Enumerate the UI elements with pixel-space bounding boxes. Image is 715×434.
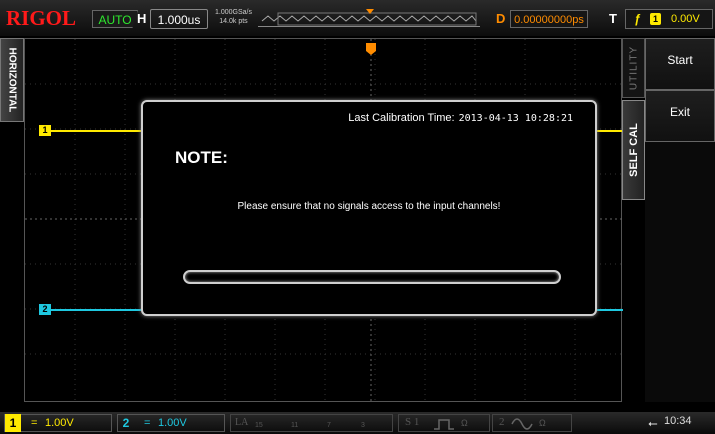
source1-status[interactable]: S 1 Ω: [398, 414, 490, 432]
start-button[interactable]: Start: [645, 38, 715, 90]
bottom-status-bar: 1 = 1.00V 2 = 1.00V LA 15 11 7 3 S 1 Ω 2…: [0, 412, 715, 434]
top-status-bar: RIGOL AUTO H 1.000us 1.000GSa/s 14.0k pt…: [0, 0, 715, 36]
utility-tab[interactable]: UTILITY: [622, 38, 645, 98]
sine-wave-icon: [511, 418, 533, 430]
waveform-preview-graphic: [261, 9, 477, 26]
horizontal-tab-label: HORIZONTAL: [6, 47, 18, 113]
trigger-label: T: [609, 11, 617, 26]
trigger-channel: 1: [650, 13, 661, 25]
exit-button[interactable]: Exit: [645, 90, 715, 142]
ch1-marker: 1: [39, 125, 51, 136]
la-group-3: 3: [361, 422, 365, 429]
ch2-coupling: =: [144, 417, 151, 429]
ch2-settings[interactable]: 2 = 1.00V: [117, 414, 225, 432]
memory-depth: 14.0k pts: [219, 18, 248, 25]
source2-status[interactable]: 2 Ω: [492, 414, 572, 432]
rigol-logo: RIGOL: [6, 6, 77, 30]
trigger-level: 0.00V: [671, 13, 700, 25]
sample-rate: 1.000GSa/s: [215, 9, 252, 16]
last-calibration-time: Last Calibration Time: 2013-04-13 10:28:2…: [348, 112, 573, 124]
ch1-number: 1: [5, 414, 21, 432]
la-group-7: 7: [327, 422, 331, 429]
la-group-15: 15: [255, 422, 263, 429]
delay-label: D: [496, 11, 506, 26]
square-wave-icon: [434, 419, 454, 430]
system-clock: 10:34: [664, 415, 692, 427]
ch2-scale: 1.00V: [158, 417, 187, 429]
self-calibration-dialog: Last Calibration Time: 2013-04-13 10:28:2…: [141, 100, 597, 316]
ch2-marker: 2: [39, 304, 51, 315]
self-cal-tab[interactable]: SELF CAL: [622, 100, 645, 200]
source2-label: 2: [499, 416, 505, 428]
calibration-time-value: 2013-04-13 10:28:21: [458, 113, 573, 124]
rising-edge-icon: ƒ: [634, 12, 641, 26]
la-group-11: 11: [291, 422, 299, 429]
horizontal-label: H: [137, 11, 147, 26]
horizontal-tab[interactable]: HORIZONTAL: [0, 38, 24, 122]
logic-analyzer-status[interactable]: LA 15 11 7 3: [230, 414, 393, 432]
sample-rate-info: 1.000GSa/s 14.0k pts: [215, 8, 252, 26]
softkey-menu: Start Exit: [645, 38, 715, 402]
trigger-settings[interactable]: ƒ 1 0.00V: [625, 9, 713, 29]
memory-waveform-preview: [258, 9, 480, 27]
usb-icon: ⭠: [648, 416, 658, 430]
note-message: Please ensure that no signals access to …: [237, 201, 501, 212]
ch1-settings[interactable]: 1 = 1.00V: [4, 414, 112, 432]
timebase-value[interactable]: 1.000us: [150, 9, 208, 29]
calibration-progress-bar: [183, 270, 561, 284]
ch1-coupling: =: [31, 417, 38, 429]
ch1-scale: 1.00V: [45, 417, 74, 429]
self-cal-tab-label: SELF CAL: [627, 123, 640, 177]
delay-value[interactable]: 0.00000000ps: [510, 10, 588, 28]
la-label: LA: [235, 417, 249, 428]
ch2-number: 2: [122, 416, 130, 430]
run-state-indicator[interactable]: AUTO: [92, 10, 138, 28]
source2-impedance: Ω: [539, 418, 546, 428]
source1-label: S 1: [405, 416, 420, 428]
utility-tab-label: UTILITY: [628, 45, 639, 91]
calibration-label: Last Calibration Time:: [348, 112, 455, 124]
note-title: NOTE:: [175, 148, 228, 167]
source1-impedance: Ω: [461, 418, 468, 428]
